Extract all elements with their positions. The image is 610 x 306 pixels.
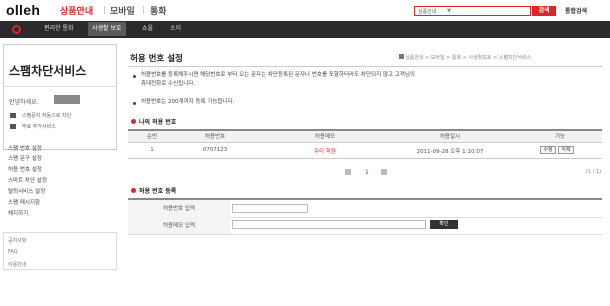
section-title-register: 허용 번호 등록 [139,188,177,195]
menu-withdraw-setting[interactable]: 탈퇴서비스 설정 [8,187,45,195]
confirm-button[interactable]: 확인 [430,220,458,229]
menu-cancel[interactable]: 해지하기 [8,209,28,217]
service-item: 무료 부가서비스 [22,124,56,130]
col-header-number: 허용번호 [204,134,226,140]
bullet-icon [133,75,136,78]
label-number-input: 허용번호 입력 [128,200,230,218]
search-button[interactable]: 검색 [532,6,556,16]
bullet-icon [133,102,136,105]
menu-spam-phrase[interactable]: 스팸 문구 설정 [8,154,42,162]
cell-memo[interactable]: 우리 학원 [300,147,350,155]
faq-link[interactable]: FAQ [8,249,18,255]
divider [128,158,602,159]
divider [128,66,602,67]
page-title: 허용 번호 설정 [130,54,183,64]
menu-spam-inbox[interactable]: 스팸 메시지함 [8,198,40,206]
divider [4,86,116,87]
cell-no: 1 [150,147,154,153]
divider [128,234,602,235]
nav-divider [143,6,144,14]
greeting-text: 안녕하세요. [9,99,39,106]
notice-link[interactable]: 공지사항 [8,237,26,244]
delete-button[interactable]: 삭제 [558,146,574,154]
service-icon [10,113,16,118]
nav-divider [104,6,105,14]
menu-allow-number[interactable]: 허용 번호 설정 [8,165,42,173]
service-item: 스팸문자 자동으로 차단 [22,113,72,119]
allow-number-input[interactable] [232,204,308,213]
page-count: (1 / 1) [586,169,602,175]
search-category-value: 상품안내 [418,9,437,15]
olleh-logo[interactable]: olleh [6,2,40,18]
label-memo-input: 허용메모 입력 [128,217,230,235]
divider [128,142,602,143]
notice-text: 허용번호를 등록해주시면 해당번호로 부터 오는 문자는 차단등록된 문자나 번… [141,72,415,78]
prev-page-icon[interactable] [345,169,351,175]
tab-soi[interactable]: 소이 [166,22,185,36]
notice-text: 휴대전화로 수신됩니다. [141,81,196,87]
menu-spam-number[interactable]: 스팸 번호 설정 [8,144,42,152]
menu-smart-block[interactable]: 스마트 차단 설정 [8,176,47,184]
allow-memo-input[interactable] [232,220,426,229]
notice-text: 허용번호는 200개까지 등록 가능합니다. [141,99,235,105]
search-category-select[interactable]: 상품안내 ▼ [414,6,531,16]
nav-product-info[interactable]: 상품안내 [60,4,93,17]
service-title: 스팸차단서비스 [9,64,87,78]
nav-call[interactable]: 통화 [150,4,167,17]
tab-convenient-call[interactable]: 편리한 통화 [40,22,78,36]
col-header-function: 기능 [554,134,566,140]
integrated-search-link[interactable]: 통합검색 [565,6,587,15]
home-icon [399,54,404,59]
section-bullet-icon [131,188,136,193]
masked-username [54,95,80,104]
home-icon[interactable] [12,25,21,34]
guide-link[interactable]: 이용안내 [8,261,26,268]
tab-privacy[interactable]: 사생활 보호 [88,22,126,36]
breadcrumb: 상품안내 > 모바일 > 통화 > 사생활보호 > 스팸차단서비스 [405,55,532,61]
chevron-down-icon: ▼ [447,8,451,14]
nav-mobile[interactable]: 모바일 [110,4,135,17]
page-number[interactable]: 1 [365,169,369,176]
cell-datetime: 2011-09-28 오후 1:10:07 [416,149,484,155]
tab-shop[interactable]: 쇼올 [138,22,157,36]
col-header-datetime: 허용일시 [439,134,461,140]
col-header-memo: 허용메모 [314,134,336,140]
cell-number: 0707123 [202,147,228,153]
next-page-icon[interactable] [381,169,387,175]
col-header-no: 순번 [146,134,158,140]
section-title-my-numbers: 나의 허용 번호 [139,119,177,126]
service-icon [10,124,16,129]
edit-button[interactable]: 수정 [540,146,556,154]
section-bullet-icon [131,119,136,124]
